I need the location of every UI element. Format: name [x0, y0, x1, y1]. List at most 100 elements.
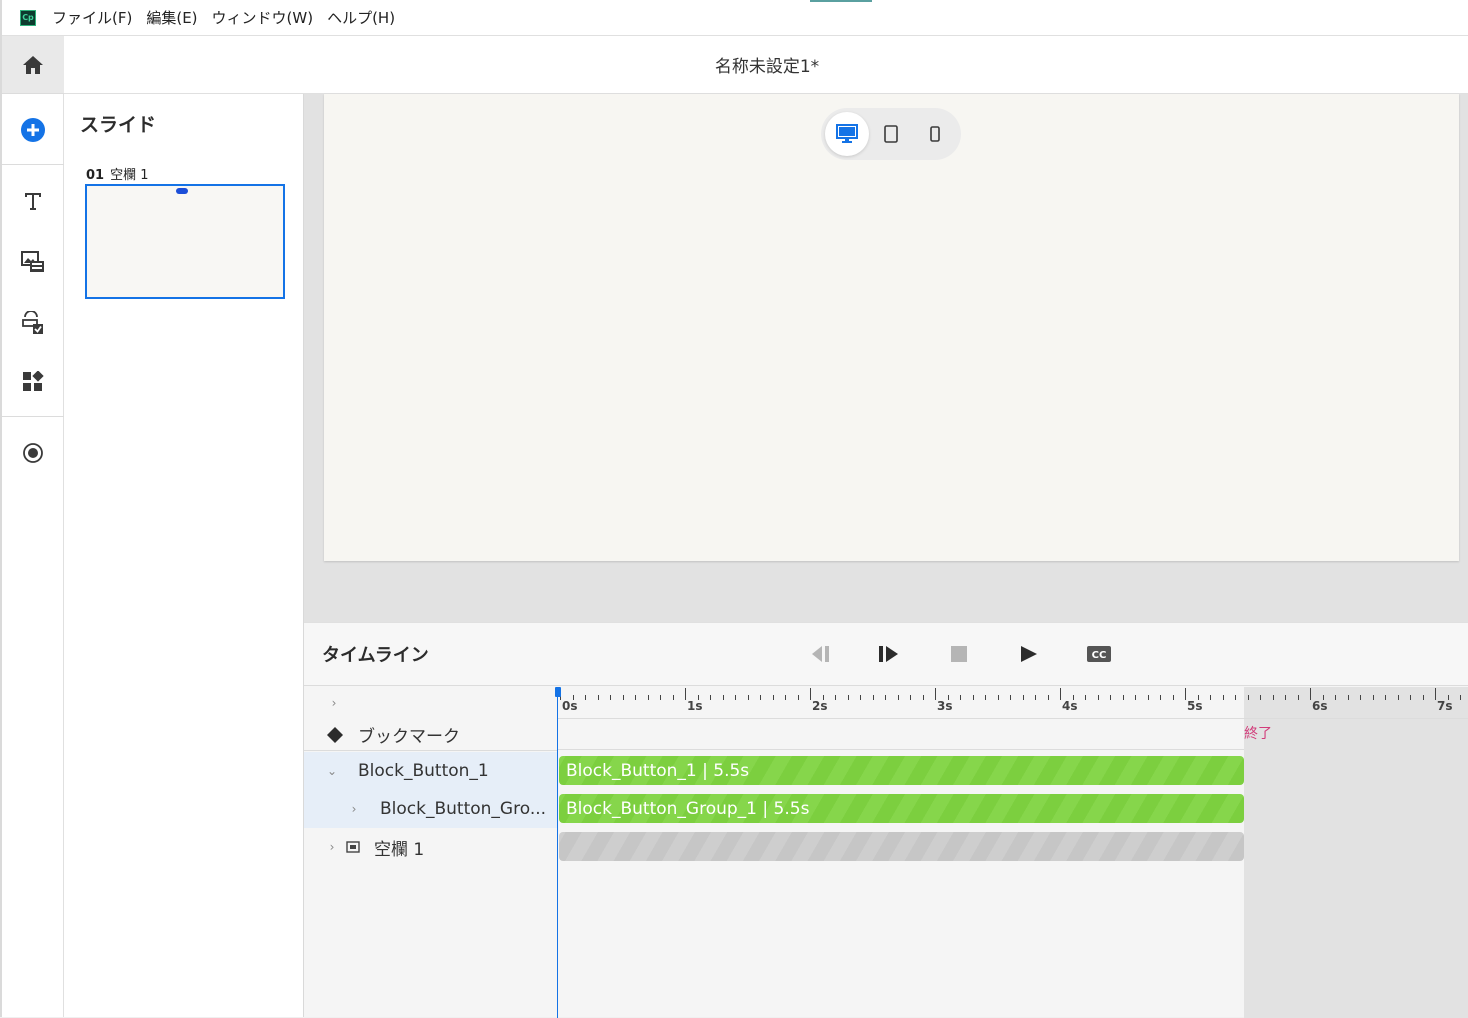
ruler-minor-tick [622, 695, 624, 700]
text-button[interactable] [2, 179, 64, 223]
ruler-minor-tick [760, 695, 761, 700]
playhead-handle[interactable] [555, 687, 561, 697]
menu-window[interactable]: ウィンドウ(W) [212, 7, 314, 28]
layer-row-block-button[interactable]: ⌄ Block_Button_1 [304, 752, 557, 790]
ruler-minor-tick [1035, 695, 1036, 700]
ruler-minor-tick [985, 695, 986, 700]
ruler-minor-tick [1097, 695, 1099, 700]
ruler-label: 5s [1187, 699, 1203, 713]
text-icon [25, 193, 41, 210]
ruler-major-tick [685, 688, 686, 700]
play-button[interactable] [1015, 641, 1043, 667]
ruler-label: 0s [562, 699, 578, 713]
ruler-minor-tick [1272, 695, 1274, 700]
desktop-view-button[interactable] [825, 112, 869, 156]
ruler-minor-tick [1222, 695, 1224, 700]
ruler-minor-tick [597, 695, 599, 700]
app-window: Cp ファイル(F) 編集(E) ウィンドウ(W) ヘルプ(H) 名称未設定1*… [0, 0, 1468, 1018]
media-icon [21, 251, 44, 272]
slide-name: 空欄 1 [110, 168, 149, 183]
desktop-icon [836, 124, 858, 143]
stop-button[interactable] [945, 641, 973, 667]
menubar: Cp ファイル(F) 編集(E) ウィンドウ(W) ヘルプ(H) [2, 0, 1468, 36]
ruler-minor-tick [910, 695, 911, 700]
chevron-down-icon: ⌄ [326, 764, 338, 778]
ruler-label: 3s [937, 699, 953, 713]
ruler-minor-tick [785, 695, 786, 700]
ruler-minor-tick [772, 695, 774, 700]
slide-layer-icon [346, 841, 360, 853]
ruler-label: 1s [687, 699, 703, 713]
timeline-bar-slide[interactable] [559, 832, 1244, 861]
stop-icon [951, 646, 967, 662]
menu-help[interactable]: ヘルプ(H) [327, 7, 395, 28]
ruler-minor-tick [1022, 695, 1024, 700]
ruler-minor-tick [1285, 695, 1286, 700]
ruler-label: 4s [1062, 699, 1078, 713]
tablet-view-button[interactable] [869, 112, 913, 156]
layer-row-block-button-group[interactable]: › Block_Button_Gro... [304, 790, 557, 828]
ruler-minor-tick [1110, 695, 1111, 700]
slides-panel: スライド 01 空欄 1 [64, 94, 304, 1017]
ruler-minor-tick [735, 695, 736, 700]
widgets-button[interactable] [2, 360, 64, 404]
timeline-bar-block-button[interactable]: Block_Button_1 | 5.5s [559, 756, 1244, 785]
layer-row-slide[interactable]: › 空欄 1 [304, 828, 557, 866]
home-button[interactable] [2, 36, 64, 94]
left-toolbar [2, 36, 64, 1017]
timeline-track-area: 0s 1s 2s 3s 4s 5s 6s 7s 終了 Block_Button_1 | 5.5… [555, 687, 1468, 1018]
ruler-minor-tick [1010, 695, 1011, 700]
timeline-bar-block-button-group[interactable]: Block_Button_Group_1 | 5.5s [559, 794, 1244, 823]
ruler-minor-tick [672, 695, 674, 700]
rail-divider [2, 416, 64, 417]
ruler-minor-tick [610, 695, 611, 700]
step-forward-icon [879, 646, 898, 662]
ruler-label: 6s [1312, 699, 1328, 713]
timeline-panel: タイムライン CC › ブックマーク ⌄ Block_Button_1 › Bl… [304, 622, 1468, 1018]
stage-area [304, 94, 1468, 622]
mobile-view-button[interactable] [913, 112, 957, 156]
menu-edit[interactable]: 編集(E) [146, 7, 197, 28]
slide-thumbnail[interactable] [85, 184, 285, 299]
mobile-icon [930, 126, 940, 142]
ruler-minor-tick [860, 695, 861, 700]
record-icon [23, 443, 43, 463]
ruler-minor-tick [1210, 695, 1211, 700]
ruler-minor-tick [897, 695, 899, 700]
ruler-minor-tick [872, 695, 874, 700]
closed-caption-button[interactable]: CC [1085, 641, 1113, 667]
ruler-minor-tick [1047, 695, 1049, 700]
timeline-title: タイムライン [322, 645, 429, 666]
ruler-minor-tick [585, 695, 586, 700]
timeline-expand-row[interactable]: › [304, 687, 557, 719]
interaction-icon [22, 311, 43, 334]
step-forward-button[interactable] [875, 641, 903, 667]
app-logo-icon: Cp [20, 9, 36, 26]
interaction-button[interactable] [2, 301, 64, 345]
ruler-major-tick [810, 688, 811, 700]
timeline-ruler[interactable]: 0s 1s 2s 3s 4s 5s 6s 7s [557, 687, 1468, 719]
bookmark-track [557, 719, 1244, 750]
ruler-minor-tick [1247, 695, 1249, 700]
bookmark-diamond-icon [327, 726, 343, 743]
ruler-minor-tick [1360, 695, 1361, 700]
rewind-button[interactable] [806, 641, 834, 667]
playhead[interactable] [555, 687, 561, 1018]
media-button[interactable] [2, 240, 64, 284]
ruler-minor-tick [1397, 695, 1399, 700]
chevron-right-icon: › [331, 696, 337, 710]
svg-text:CC: CC [1092, 650, 1107, 661]
slide-canvas[interactable] [324, 94, 1459, 561]
ruler-minor-tick [710, 695, 711, 700]
menu-file[interactable]: ファイル(F) [52, 7, 132, 28]
ruler-minor-tick [1235, 695, 1236, 700]
bookmark-row[interactable]: ブックマーク [304, 719, 557, 751]
ruler-minor-tick [1160, 695, 1161, 700]
slides-panel-title: スライド [80, 114, 157, 136]
timeline-header: タイムライン CC [304, 623, 1468, 686]
record-button[interactable] [2, 431, 64, 475]
play-icon [1021, 646, 1037, 662]
home-icon [23, 55, 43, 74]
ruler-major-tick [1435, 688, 1436, 700]
add-button[interactable] [2, 108, 64, 152]
